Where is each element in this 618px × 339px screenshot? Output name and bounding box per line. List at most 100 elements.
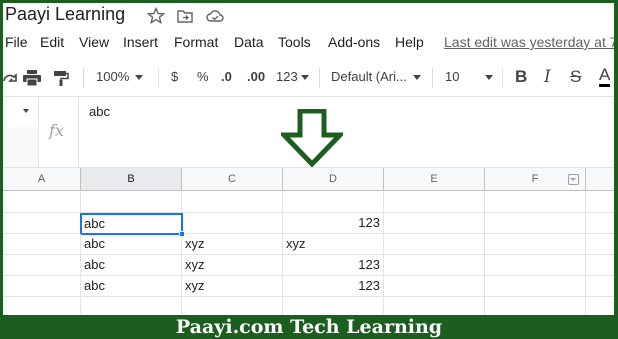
cell-f[interactable]: [485, 234, 586, 255]
menu-help[interactable]: Help: [395, 34, 424, 50]
cell-b[interactable]: abc: [81, 255, 182, 276]
cell-a[interactable]: [3, 255, 81, 276]
zoom-select[interactable]: 100%: [96, 69, 144, 84]
menu-insert[interactable]: Insert: [123, 34, 158, 50]
cell-b[interactable]: [81, 192, 182, 213]
cell-d[interactable]: 123: [283, 276, 384, 297]
cloud-saved-icon[interactable]: [206, 7, 224, 25]
cell-f[interactable]: [485, 276, 586, 297]
cell-d[interactable]: 123: [283, 213, 384, 234]
chevron-down-icon: [412, 75, 421, 81]
fx-icon: fx: [49, 121, 64, 140]
cell-a[interactable]: [3, 234, 81, 255]
cell-d[interactable]: xyz: [283, 234, 384, 255]
footer-text: Paayi.com Tech Learning: [175, 316, 443, 338]
table-row: [3, 297, 614, 315]
table-row: abc xyz xyz: [3, 234, 614, 255]
document-title[interactable]: Paayi Learning: [5, 4, 125, 25]
star-icon[interactable]: [147, 7, 165, 25]
font-size-select[interactable]: 10: [445, 69, 494, 84]
cell-g[interactable]: [586, 297, 614, 315]
cell-f[interactable]: [485, 255, 586, 276]
cell-g[interactable]: [586, 234, 614, 255]
move-to-folder-icon[interactable]: [176, 7, 194, 25]
name-box[interactable]: [3, 97, 39, 127]
column-header-c[interactable]: C: [182, 168, 283, 191]
cell-e[interactable]: [384, 297, 485, 315]
column-header-d[interactable]: D: [283, 168, 384, 191]
cell-f[interactable]: [485, 213, 586, 234]
cell-e[interactable]: [384, 192, 485, 213]
cell-e[interactable]: [384, 213, 485, 234]
column-header-e[interactable]: E: [384, 168, 485, 191]
toolbar: 100% $ % .0 .00 123 Default (Ari... 10 B…: [3, 60, 614, 96]
decrease-decimal-button[interactable]: .0: [221, 69, 232, 84]
menu-view[interactable]: View: [79, 34, 109, 50]
cell-c[interactable]: xyz: [182, 255, 283, 276]
strikethrough-button[interactable]: S: [570, 67, 581, 87]
cell-b[interactable]: abc: [81, 276, 182, 297]
percent-format-button[interactable]: %: [197, 69, 209, 84]
cell-c[interactable]: [183, 213, 283, 234]
menu-data[interactable]: Data: [234, 34, 264, 50]
cell-e[interactable]: [384, 276, 485, 297]
cell-g[interactable]: [586, 276, 614, 297]
filter-icon[interactable]: [568, 174, 579, 185]
menu-addons[interactable]: Add-ons: [328, 34, 380, 50]
table-row: abc xyz 123: [3, 255, 614, 276]
table-row: abc 123: [3, 213, 614, 235]
fill-handle[interactable]: [179, 231, 185, 237]
redo-icon[interactable]: [3, 69, 17, 87]
cell-b[interactable]: [81, 297, 182, 315]
active-cell-b[interactable]: abc: [80, 213, 183, 235]
column-header-g[interactable]: [586, 168, 614, 191]
spreadsheet-grid: A B C D E F abc 123 abc xyz xyz abc xyz …: [3, 168, 614, 315]
toolbar-divider: [158, 68, 159, 88]
font-select[interactable]: Default (Ari...: [331, 69, 421, 84]
cell-a[interactable]: [3, 297, 81, 315]
cell-g[interactable]: [586, 213, 614, 234]
increase-decimal-button[interactable]: .00: [247, 69, 265, 84]
menu-tools[interactable]: Tools: [278, 34, 311, 50]
cell-c[interactable]: xyz: [182, 276, 283, 297]
cell-f[interactable]: [485, 192, 586, 213]
print-icon[interactable]: [23, 70, 41, 86]
cell-a[interactable]: [3, 276, 81, 297]
cell-c[interactable]: [182, 297, 283, 315]
title-bar: Paayi Learning: [3, 3, 614, 33]
menu-edit[interactable]: Edit: [40, 34, 64, 50]
cell-d[interactable]: [283, 297, 384, 315]
menu-file[interactable]: File: [5, 34, 28, 50]
currency-format-button[interactable]: $: [171, 69, 178, 84]
formula-input[interactable]: abc: [89, 104, 110, 119]
column-header-b[interactable]: B: [81, 168, 182, 191]
cell-d[interactable]: 123: [283, 255, 384, 276]
cell-e[interactable]: [384, 234, 485, 255]
cell-c[interactable]: xyz: [182, 234, 283, 255]
cell-g[interactable]: [586, 255, 614, 276]
fx-area: fx: [39, 97, 79, 167]
column-header-f[interactable]: F: [485, 168, 586, 191]
text-color-button[interactable]: A: [599, 66, 611, 87]
font-size-value: 10: [445, 69, 460, 84]
cell-f[interactable]: [485, 297, 586, 315]
paint-format-icon[interactable]: [53, 70, 69, 87]
cell-a[interactable]: [3, 192, 81, 213]
cell-a[interactable]: [3, 213, 81, 234]
cell-c[interactable]: [182, 192, 283, 213]
column-header-a[interactable]: A: [3, 168, 81, 191]
cell-b[interactable]: abc: [81, 234, 182, 255]
more-formats-select[interactable]: 123: [276, 69, 309, 84]
italic-button[interactable]: I: [544, 67, 551, 87]
last-edit-link[interactable]: Last edit was yesterday at 7: [444, 34, 614, 50]
toolbar-divider: [83, 68, 84, 88]
toolbar-divider: [502, 68, 503, 88]
bold-button[interactable]: B: [515, 67, 527, 87]
cell-g[interactable]: [586, 192, 614, 213]
menu-format[interactable]: Format: [174, 34, 218, 50]
cell-e[interactable]: [384, 255, 485, 276]
chevron-down-icon: [485, 75, 494, 81]
cell-d[interactable]: [283, 192, 384, 213]
zoom-value: 100%: [96, 69, 130, 84]
down-arrow-icon: [281, 109, 343, 167]
